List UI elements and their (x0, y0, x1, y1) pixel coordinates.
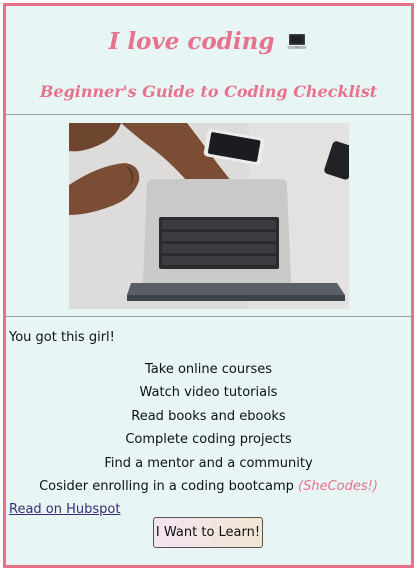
coding-checklist: Take online courses Watch video tutorial… (6, 358, 411, 498)
want-to-learn-button[interactable]: I Want to Learn! (153, 517, 263, 548)
bottom-divider (6, 316, 411, 317)
checklist-item-bootcamp: Cosider enrolling in a coding bootcamp (… (6, 475, 411, 498)
top-divider (6, 114, 411, 115)
page-title: I love coding (6, 28, 411, 55)
checklist-item: Complete coding projects (125, 432, 292, 448)
lead-text: You got this girl! (9, 330, 115, 345)
laptop-hands-photo (69, 123, 349, 309)
page-subtitle: Beginner's Guide to Coding Checklist (39, 82, 378, 101)
checklist-item: Read books and ebooks (131, 408, 286, 424)
checklist-item: Find a mentor and a community (104, 455, 313, 471)
hubspot-link[interactable]: Read on Hubspot (9, 502, 120, 517)
checklist-item: Watch video tutorials (139, 385, 278, 401)
page-frame: I love coding Beginner's Guide to Coding… (3, 3, 414, 568)
checklist-item: Take online courses (145, 362, 272, 377)
checklist-item-text: Cosider enrolling in a coding bootcamp (39, 478, 294, 494)
laptop-icon (287, 34, 308, 49)
shecodes-highlight: (SheCodes!) (298, 478, 378, 494)
page-title-text: I love coding (108, 28, 275, 55)
